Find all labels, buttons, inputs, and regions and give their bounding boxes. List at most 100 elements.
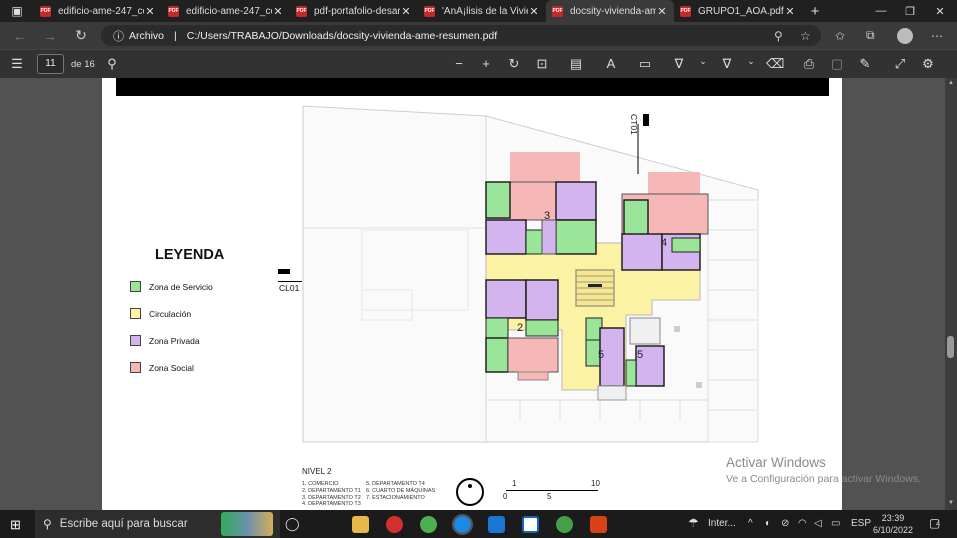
page-number-input[interactable]: 11	[37, 54, 64, 74]
tab-label: docsity-vivienda-ame-	[570, 5, 656, 17]
file-explorer-icon[interactable]	[352, 516, 369, 533]
close-tab-icon[interactable]: ✕	[144, 5, 156, 18]
browser-tab[interactable]: PDF edificio-ame-247_com✕	[34, 0, 162, 22]
legend-title: LEYENDA	[155, 247, 225, 263]
pdf-page: LEYENDA Zona de Servicio Circulación Zon…	[102, 78, 842, 510]
weather-icon[interactable]: ☂	[688, 516, 699, 530]
edge-icon[interactable]	[452, 514, 473, 535]
scale-label: 1	[512, 479, 517, 488]
pdf-icon: PDF	[40, 5, 51, 17]
scrollbar-thumb[interactable]	[947, 336, 954, 358]
scale-label: 5	[547, 492, 552, 501]
contents-icon[interactable]: ☰	[9, 56, 25, 72]
unit-label: 3	[544, 210, 550, 222]
chevron-down-icon[interactable]: ⌄	[695, 56, 711, 67]
powerpoint-icon[interactable]	[590, 516, 607, 533]
close-tab-icon[interactable]: ✕	[272, 5, 284, 18]
close-tab-icon[interactable]: ✕	[656, 5, 668, 18]
close-window-button[interactable]: ✕	[925, 0, 955, 22]
chrome-icon[interactable]	[420, 516, 437, 533]
zoom-icon[interactable]: ⚲	[774, 25, 783, 46]
mail-icon[interactable]	[488, 516, 505, 533]
browser-tab-active[interactable]: PDF docsity-vivienda-ame-✕	[546, 0, 674, 22]
page-total: de 16	[71, 59, 95, 70]
legend-swatch	[130, 362, 141, 373]
vertical-scrollbar[interactable]: ▲ ▼	[945, 78, 957, 510]
pdf-icon: PDF	[296, 5, 307, 17]
browser-tab[interactable]: PDF pdf-portafolio-desarro✕	[290, 0, 418, 22]
url-field[interactable]: ⓘ Archivo | C:/Users/TRABAJO/Downloads/d…	[101, 25, 821, 46]
scroll-down-icon[interactable]: ▼	[948, 500, 954, 506]
collections-icon[interactable]: ⧉	[866, 25, 875, 46]
chevron-down-icon[interactable]: ⌄	[743, 56, 759, 67]
save-as-icon[interactable]: ✎	[857, 56, 873, 72]
tray-alert-icon[interactable]: ⊘	[781, 518, 789, 529]
north-arrow-icon	[456, 478, 484, 506]
zoom-out-icon[interactable]: −	[451, 56, 467, 71]
save-icon[interactable]: ▢	[829, 56, 845, 72]
info-icon[interactable]: ⓘ	[113, 28, 124, 44]
fullscreen-icon[interactable]: ⤢	[892, 56, 908, 72]
new-tab-button[interactable]: +	[802, 3, 828, 20]
legend-swatch	[130, 308, 141, 319]
text-icon[interactable]: ▭	[637, 56, 653, 72]
close-tab-icon[interactable]: ✕	[528, 5, 540, 18]
close-tab-icon[interactable]: ✕	[400, 5, 412, 18]
browser-tab[interactable]: PDF GRUPO1_AOA.pdf ✕	[674, 0, 802, 22]
sketchup-icon[interactable]	[522, 516, 539, 533]
clock[interactable]: 23:39 6/10/2022	[873, 512, 913, 536]
chrome-profile-icon[interactable]	[556, 516, 573, 533]
browser-tab[interactable]: PDF 'AnÃ¡lisis de la Vivienc✕	[418, 0, 546, 22]
volume-icon[interactable]: ◁	[814, 518, 822, 529]
window-menu-icon[interactable]: ▣	[0, 0, 34, 22]
pinterest-icon[interactable]	[386, 516, 403, 533]
tab-label: edificio-ame-247_com	[186, 5, 272, 17]
taskbar-search[interactable]: ⚲ Escribe aquí para buscar	[35, 510, 280, 538]
note-item: 2. DEPARTAMENTO T1	[302, 487, 361, 494]
rotate-icon[interactable]: ↻	[506, 56, 522, 72]
settings-gear-icon[interactable]: ⚙	[920, 56, 936, 72]
close-tab-icon[interactable]: ✕	[784, 5, 796, 18]
search-icon: ⚲	[43, 517, 52, 531]
wifi-icon[interactable]: ◠	[798, 518, 807, 529]
print-icon[interactable]: ⎙	[801, 56, 817, 72]
level-title: NIVEL 2	[302, 467, 332, 476]
search-icon[interactable]: ⚲	[104, 56, 120, 72]
battery-icon[interactable]: ▭	[831, 518, 840, 529]
windows-start-icon[interactable]: ⊞	[10, 517, 21, 533]
browser-tab[interactable]: PDF edificio-ame-247_com✕	[162, 0, 290, 22]
tab-bar: ▣ PDFedificio-ame-247_com✕ PDFedificio-a…	[0, 0, 957, 22]
tab-label: 'AnÃ¡lisis de la Vivienc	[442, 5, 528, 17]
pdf-viewer[interactable]: LEYENDA Zona de Servicio Circulación Zon…	[0, 78, 957, 510]
chevron-up-icon[interactable]: ^	[748, 518, 753, 529]
restore-button[interactable]: ❐	[895, 0, 925, 22]
fit-page-icon[interactable]: ⊡	[534, 56, 550, 72]
favorite-star-icon[interactable]: ☆	[800, 25, 811, 46]
page-view-icon[interactable]: ▤	[568, 56, 584, 72]
read-aloud-icon[interactable]: A	[603, 56, 619, 71]
section-label-ct: CT01	[629, 114, 639, 135]
scroll-up-icon[interactable]: ▲	[948, 80, 954, 86]
notifications-icon[interactable]: ▢ 4	[929, 516, 940, 530]
more-menu-icon[interactable]: ⋯	[931, 25, 943, 46]
forward-button[interactable]: →	[35, 28, 65, 44]
task-view-icon[interactable]: ◯	[285, 516, 300, 532]
tab-label: edificio-ame-247_com	[58, 5, 144, 17]
refresh-button[interactable]: ↻	[66, 27, 96, 44]
legend-label: Circulación	[149, 309, 192, 319]
favorites-list-icon[interactable]: ✩	[835, 25, 845, 46]
network-status[interactable]: Inter...	[708, 518, 736, 529]
unit-label: 5	[598, 349, 604, 361]
profile-avatar[interactable]	[897, 25, 913, 46]
back-button[interactable]: ←	[5, 28, 35, 44]
language-indicator[interactable]: ESP	[851, 518, 871, 529]
note-item: 3. DEPARTAMENTO T2	[302, 494, 361, 501]
tray-app-icon[interactable]: ◐	[765, 518, 771, 529]
zoom-in-icon[interactable]: +	[478, 56, 494, 71]
draw-icon[interactable]: ∇	[671, 56, 687, 72]
minimize-button[interactable]: —	[866, 0, 896, 22]
erase-icon[interactable]: ⌫	[766, 56, 784, 72]
legend-label: Zona de Servicio	[149, 282, 213, 292]
highlight-icon[interactable]: ∇	[719, 56, 735, 72]
unit-label: 4	[661, 237, 667, 249]
